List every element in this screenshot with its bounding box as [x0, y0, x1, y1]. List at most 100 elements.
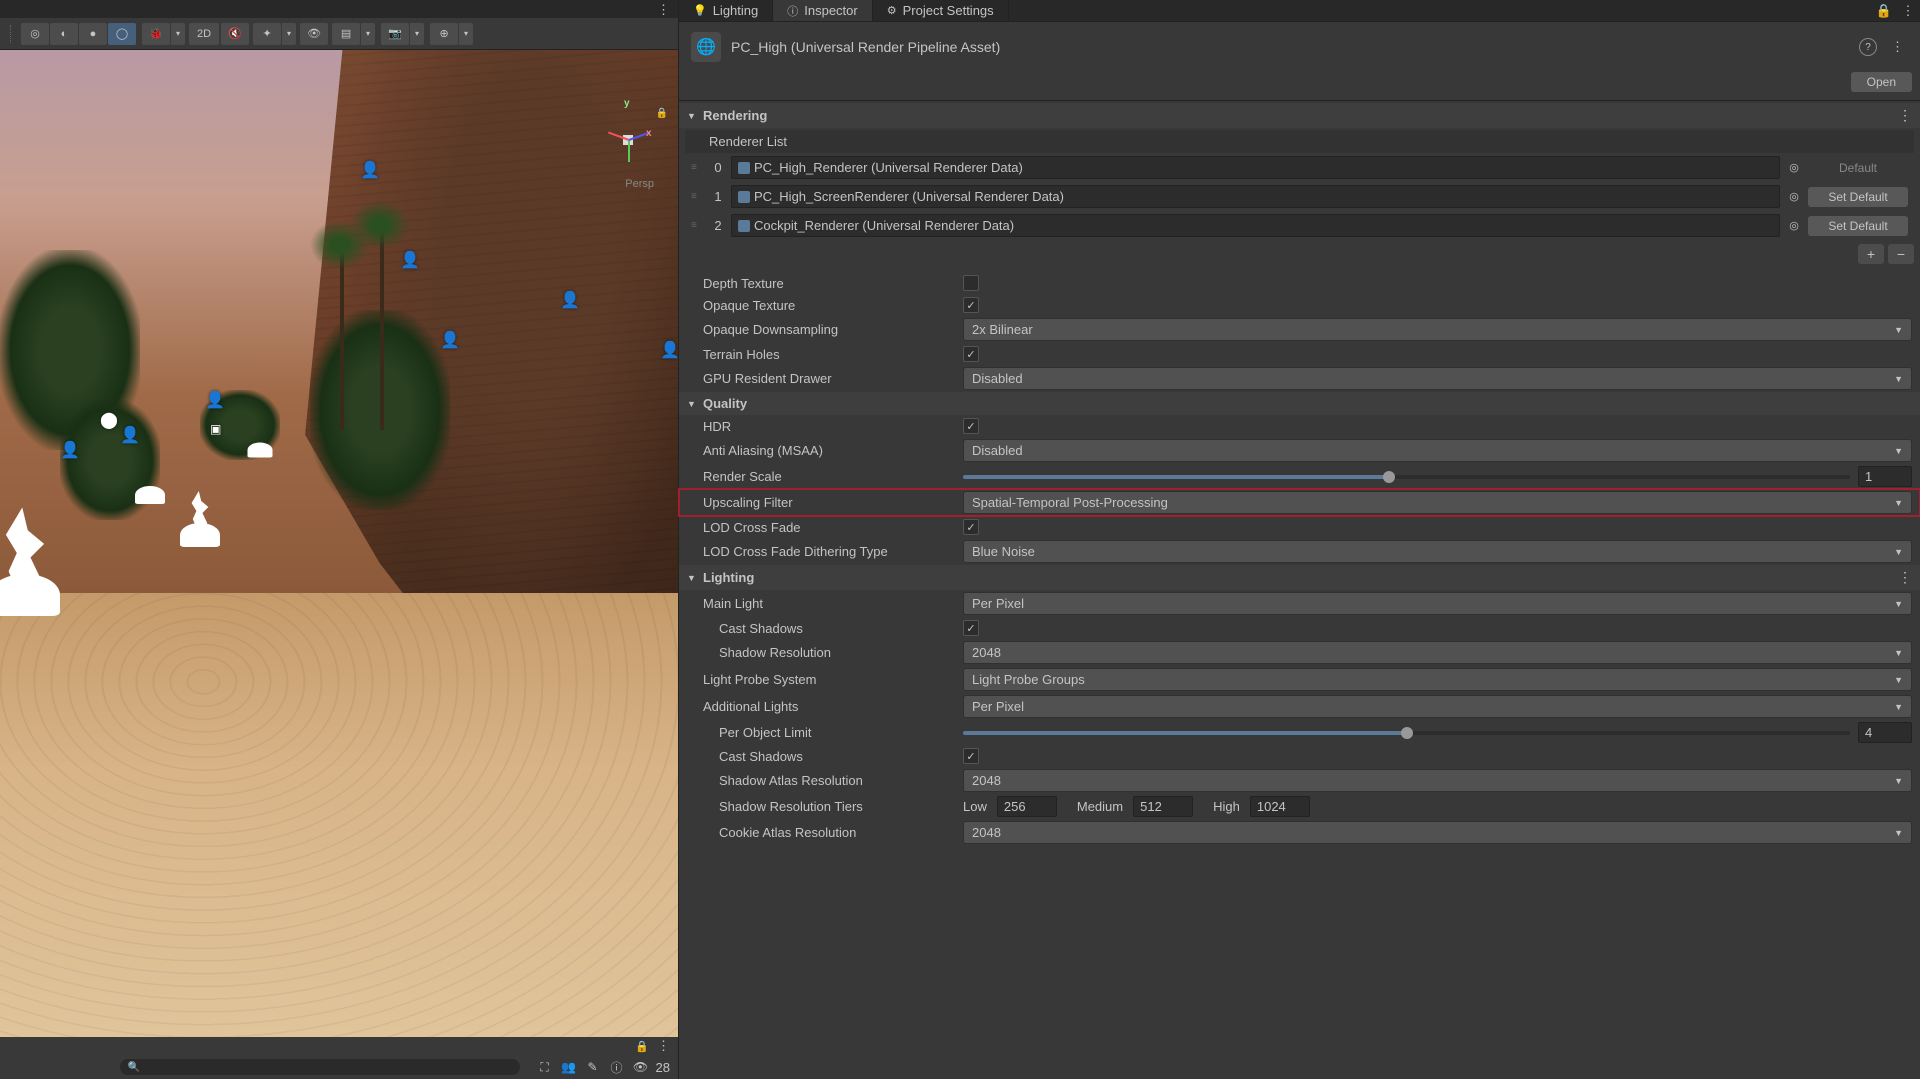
scene-lamp-icon[interactable] [135, 486, 165, 504]
per-obj-limit-input[interactable]: 4 [1858, 722, 1912, 743]
debug-dropdown-icon[interactable]: ▾ [171, 23, 185, 45]
msaa-dropdown[interactable]: Disabled▼ [963, 439, 1912, 462]
upscaling-filter-dropdown[interactable]: Spatial-Temporal Post-Processing▼ [963, 491, 1912, 514]
label-main-light: Main Light [703, 596, 963, 611]
inspector-menu-icon[interactable]: ⋮ [1896, 0, 1920, 21]
debug-mode-icon[interactable]: 🐞 [142, 23, 170, 45]
terrain-holes-checkbox[interactable] [963, 346, 979, 362]
render-scale-slider[interactable] [963, 475, 1850, 479]
gizmos-dropdown-icon[interactable]: ▾ [459, 23, 473, 45]
footer-users-icon[interactable]: 👥 [560, 1058, 578, 1076]
section-menu-icon[interactable]: ⋮ [1898, 107, 1912, 124]
scene-object-icon[interactable]: 👤 [360, 160, 380, 180]
tab-inspector[interactable]: ⓘInspector [773, 0, 872, 21]
tier-med-input[interactable]: 512 [1133, 796, 1193, 817]
scene-object-icon[interactable]: 👤 [440, 330, 460, 350]
add-button[interactable]: + [1858, 244, 1884, 264]
renderer-field[interactable]: Cockpit_Renderer (Universal Renderer Dat… [731, 214, 1780, 237]
drag-handle-icon[interactable] [10, 25, 13, 43]
probe-system-dropdown[interactable]: Light Probe Groups▼ [963, 668, 1912, 691]
footer-info-icon[interactable]: ⓘ [608, 1058, 626, 1076]
renderer-field[interactable]: PC_High_ScreenRenderer (Universal Render… [731, 185, 1780, 208]
scene-box-icon[interactable]: ▣ [210, 422, 221, 436]
help-icon[interactable]: ? [1859, 38, 1877, 56]
drag-handle-icon[interactable]: ≡ [691, 162, 705, 173]
drag-handle-icon[interactable]: ≡ [691, 220, 705, 231]
depth-texture-checkbox[interactable] [963, 275, 979, 291]
scene-object-icon[interactable]: 👤 [400, 250, 420, 270]
footer-expand-icon[interactable]: ⛶ [536, 1058, 554, 1076]
remove-button[interactable]: − [1888, 244, 1914, 264]
gear-icon: ⚙ [887, 4, 897, 17]
scene-object-icon[interactable]: 👤 [560, 290, 580, 310]
set-default-button[interactable]: Set Default [1808, 216, 1908, 236]
audio-toggle-icon[interactable]: 🔇 [221, 23, 249, 45]
shading-mode-1-icon[interactable]: ◎ [21, 23, 49, 45]
object-picker-icon[interactable]: ◎ [1786, 159, 1802, 177]
scene-object-icon[interactable]: 👤 [60, 440, 80, 460]
tier-low-input[interactable]: 256 [997, 796, 1057, 817]
panel-menu-icon[interactable]: ⋮ [657, 2, 670, 18]
gizmo-lock-icon[interactable]: 🔒 [656, 108, 668, 119]
cookie-atlas-dropdown[interactable]: 2048▼ [963, 821, 1912, 844]
scene-lock-icon[interactable]: 🔒 [635, 1040, 649, 1053]
scene-view[interactable]: y x 🔒 Persp 👤 👤 👤 👤 👤 👤 ⬤ 👤 👤 ▣ [0, 50, 678, 1037]
opaque-downsampling-dropdown[interactable]: 2x Bilinear▼ [963, 318, 1912, 341]
camera-dropdown-icon[interactable]: ▾ [410, 23, 424, 45]
lod-dither-dropdown[interactable]: Blue Noise▼ [963, 540, 1912, 563]
object-picker-icon[interactable]: ◎ [1786, 188, 1802, 206]
scene-lamp-icon[interactable] [180, 523, 220, 547]
tab-project-settings[interactable]: ⚙Project Settings [873, 0, 1009, 21]
scene-menu-icon[interactable]: ⋮ [657, 1038, 670, 1054]
dropdown-value: 2x Bilinear [972, 322, 1033, 337]
fx-dropdown-icon[interactable]: ▾ [282, 23, 296, 45]
section-rendering-header[interactable]: ▼ Rendering ⋮ [679, 103, 1920, 128]
shading-mode-2-icon[interactable]: ◐ [50, 23, 78, 45]
tab-lighting[interactable]: 💡Lighting [679, 0, 773, 21]
object-picker-icon[interactable]: ◎ [1786, 217, 1802, 235]
lod-fade-checkbox[interactable] [963, 519, 979, 535]
additional-lights-dropdown[interactable]: Per Pixel▼ [963, 695, 1912, 718]
renderer-field[interactable]: PC_High_Renderer (Universal Renderer Dat… [731, 156, 1780, 179]
footer-edit-icon[interactable]: ✎ [584, 1058, 602, 1076]
section-menu-icon[interactable]: ⋮ [1898, 569, 1912, 586]
footer-view-icon[interactable]: 👁 [632, 1058, 650, 1076]
scene-object-icon[interactable]: 👤 [120, 425, 140, 445]
main-cast-shadows-checkbox[interactable] [963, 620, 979, 636]
scene-object-icon[interactable]: ⬤ [100, 410, 118, 430]
camera-toggle-icon[interactable]: 📷 [381, 23, 409, 45]
open-button[interactable]: Open [1851, 72, 1912, 92]
dropdown-value: Per Pixel [972, 596, 1024, 611]
gizmos-toggle-icon[interactable]: ⊕ [430, 23, 458, 45]
scene-object-icon[interactable]: 👤 [205, 390, 225, 410]
scene-censer-icon[interactable] [0, 574, 60, 616]
drag-handle-icon[interactable]: ≡ [691, 191, 705, 202]
shading-mode-4-icon[interactable]: ◯ [108, 23, 136, 45]
fx-toggle-icon[interactable]: ✦ [253, 23, 281, 45]
shadow-atlas-dropdown[interactable]: 2048▼ [963, 769, 1912, 792]
scene-lamp-icon[interactable] [248, 443, 273, 458]
opaque-texture-checkbox[interactable] [963, 297, 979, 313]
render-scale-input[interactable]: 1 [1858, 466, 1912, 487]
visibility-toggle-icon[interactable]: 👁 [300, 23, 328, 45]
per-obj-limit-slider[interactable] [963, 731, 1850, 735]
gpu-drawer-dropdown[interactable]: Disabled▼ [963, 367, 1912, 390]
layers-toggle-icon[interactable]: ▤ [332, 23, 360, 45]
layers-dropdown-icon[interactable]: ▾ [361, 23, 375, 45]
inspector-lock-icon[interactable]: 🔒 [1872, 0, 1896, 21]
section-lighting-header[interactable]: ▼ Lighting ⋮ [679, 565, 1920, 590]
label-cast-shadows: Cast Shadows [719, 621, 963, 636]
set-default-button[interactable]: Set Default [1808, 187, 1908, 207]
search-input[interactable]: 🔍 [120, 1059, 520, 1075]
shading-mode-3-icon[interactable]: ● [79, 23, 107, 45]
main-light-dropdown[interactable]: Per Pixel▼ [963, 592, 1912, 615]
scene-object-icon[interactable]: 👤 [660, 340, 678, 360]
tier-high-input[interactable]: 1024 [1250, 796, 1310, 817]
shadow-res-dropdown[interactable]: 2048▼ [963, 641, 1912, 664]
view-2d-toggle[interactable]: 2D [189, 23, 219, 45]
asset-menu-icon[interactable]: ⋮ [1887, 39, 1908, 55]
hdr-checkbox[interactable] [963, 418, 979, 434]
orientation-gizmo[interactable]: y x [598, 110, 658, 170]
section-quality-header[interactable]: ▼ Quality [679, 392, 1920, 415]
add-cast-shadows-checkbox[interactable] [963, 748, 979, 764]
